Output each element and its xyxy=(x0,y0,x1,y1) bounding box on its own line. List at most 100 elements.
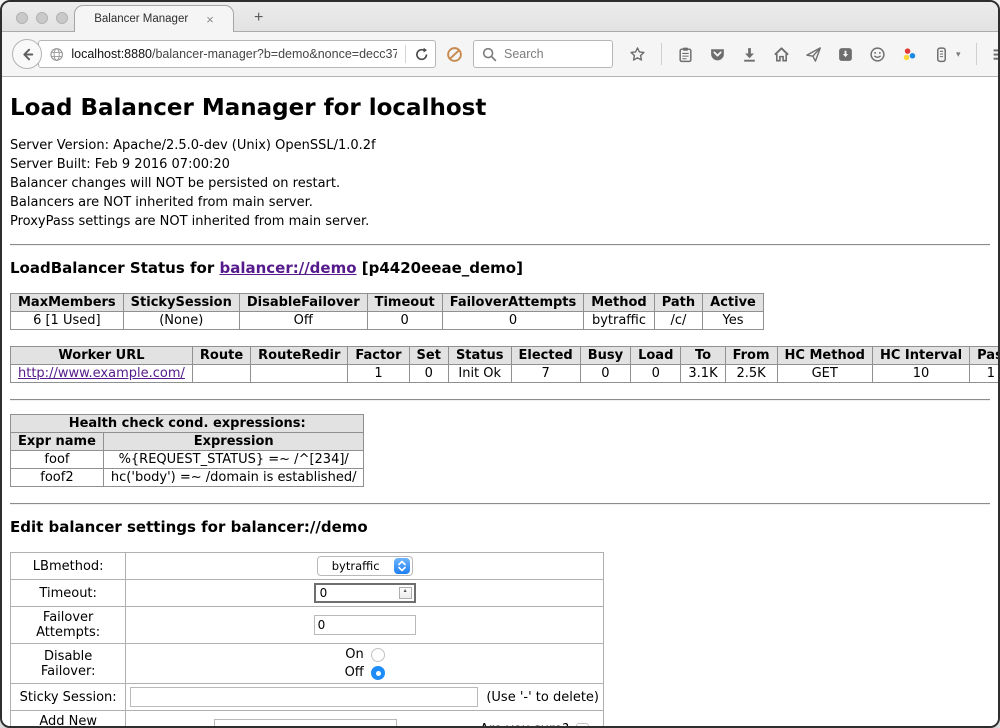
tab-bar: Balancer Manager × + xyxy=(2,2,998,32)
timeout-label: Timeout: xyxy=(11,580,126,607)
select-stepper-icon xyxy=(394,558,410,574)
cell-expr-name: foof xyxy=(11,451,104,469)
timeout-row: Timeout: 0 ▴ xyxy=(11,580,604,607)
search-bar[interactable] xyxy=(473,40,613,68)
cell-maxmembers: 6 [1 Used] xyxy=(11,312,124,330)
content-blocked-button[interactable] xyxy=(446,46,463,63)
cell-active: Yes xyxy=(703,312,764,330)
cell-passes: 1 (0) xyxy=(970,365,998,383)
caret-down-icon[interactable]: ▾ xyxy=(956,49,961,60)
radio-off[interactable] xyxy=(371,666,385,680)
col-stickysession: StickySession xyxy=(123,294,239,312)
tab-title: Balancer Manager xyxy=(94,13,188,25)
col-passes: Passes xyxy=(970,347,998,365)
add-worker-row: Add New Worker: Are you sure? xyxy=(11,711,604,728)
lbmethod-selected-value: bytraffic xyxy=(332,559,380,573)
radio-off-label: Off xyxy=(345,665,364,680)
disable-failover-radios: On Off xyxy=(345,647,385,680)
cell-factor: 1 xyxy=(348,365,409,383)
cell-elected: 7 xyxy=(511,365,580,383)
col-route: Route xyxy=(192,347,250,365)
url-bar[interactable]: localhost:8880/balancer-manager?b=demo&n… xyxy=(38,40,436,68)
page-content: Load Balancer Manager for localhost Serv… xyxy=(2,77,998,728)
failover-attempts-input[interactable] xyxy=(314,615,416,635)
reload-icon[interactable] xyxy=(414,46,429,63)
url-host: localhost:8880 xyxy=(71,47,152,61)
col-set: Set xyxy=(409,347,448,365)
col-expression: Expression xyxy=(103,433,364,451)
col-hc-interval: HC Interval xyxy=(872,347,969,365)
window-controls xyxy=(16,12,68,24)
send-icon[interactable] xyxy=(805,46,822,63)
tab-balancer-manager[interactable]: Balancer Manager × xyxy=(74,5,234,32)
color-dots-icon[interactable] xyxy=(901,46,918,63)
cell-route xyxy=(192,365,250,383)
star-icon[interactable] xyxy=(629,46,646,63)
back-button[interactable] xyxy=(12,39,42,69)
toolbar-divider xyxy=(976,43,977,65)
window-zoom-button[interactable] xyxy=(56,12,68,24)
url-text[interactable]: localhost:8880/balancer-manager?b=demo&n… xyxy=(71,47,396,61)
col-status: Status xyxy=(448,347,511,365)
col-active: Active xyxy=(703,294,764,312)
clipboard-icon[interactable] xyxy=(677,46,694,63)
proxypass-note-line: ProxyPass settings are NOT inherited fro… xyxy=(10,212,990,231)
health-title-row: Health check cond. expressions: xyxy=(11,415,364,433)
tab-close-icon[interactable]: × xyxy=(206,12,214,27)
lbmethod-select[interactable]: bytraffic xyxy=(317,556,413,576)
col-busy: Busy xyxy=(580,347,630,365)
health-row: foof %{REQUEST_STATUS} =~ /^[234]/ xyxy=(11,451,364,469)
disable-failover-row: Disable Failover: On Off xyxy=(11,644,604,684)
confirm-label: Are you sure? xyxy=(480,722,569,728)
col-routeredir: RouteRedir xyxy=(251,347,348,365)
search-input[interactable] xyxy=(504,47,604,61)
col-timeout: Timeout xyxy=(367,294,442,312)
failover-attempts-row: Failover Attempts: xyxy=(11,607,604,644)
confirm-checkbox[interactable] xyxy=(576,723,589,728)
pocket-icon[interactable] xyxy=(709,46,726,63)
cell-set: 0 xyxy=(409,365,448,383)
window-minimize-button[interactable] xyxy=(36,12,48,24)
toolbar-divider xyxy=(661,43,662,65)
balancer-demo-link[interactable]: balancer://demo xyxy=(219,259,356,277)
col-maxmembers: MaxMembers xyxy=(11,294,124,312)
battery-icon[interactable] xyxy=(933,46,950,63)
cell-failoverattempts: 0 xyxy=(442,312,584,330)
toolbar-buttons: ▾ xyxy=(629,43,1000,65)
menu-icon[interactable] xyxy=(992,46,1000,63)
sticky-session-input[interactable] xyxy=(130,687,478,707)
server-info: Server Version: Apache/2.5.0-dev (Unix) … xyxy=(10,136,990,231)
url-divider xyxy=(405,45,406,63)
server-built-line: Server Built: Feb 9 2016 07:00:20 xyxy=(10,155,990,174)
edit-settings-heading: Edit balancer settings for balancer://de… xyxy=(10,518,990,536)
cell-path: /c/ xyxy=(654,312,702,330)
smiley-icon[interactable] xyxy=(869,46,886,63)
col-failoverattempts: FailoverAttempts xyxy=(442,294,584,312)
globe-icon xyxy=(49,46,64,63)
page-title: Load Balancer Manager for localhost xyxy=(10,95,990,121)
cell-worker-url: http://www.example.com/ xyxy=(11,365,193,383)
back-icon xyxy=(19,46,36,63)
save-box-icon[interactable] xyxy=(837,46,854,63)
worker-row: http://www.example.com/ 1 0 Init Ok 7 0 … xyxy=(11,365,999,383)
cell-expression: %{REQUEST_STATUS} =~ /^[234]/ xyxy=(103,451,364,469)
download-icon[interactable] xyxy=(741,46,758,63)
edit-settings-form: LBmethod: bytraffic Timeout: 0 ▴ xyxy=(10,552,604,728)
persist-note-line: Balancer changes will NOT be persisted o… xyxy=(10,174,990,193)
health-check-table: Health check cond. expressions: Expr nam… xyxy=(10,414,364,487)
home-icon[interactable] xyxy=(773,46,790,63)
cell-status: Init Ok xyxy=(448,365,511,383)
browser-window: Balancer Manager × + localhost:8880/bala… xyxy=(0,0,1000,728)
number-spinner-icon[interactable]: ▴ xyxy=(399,587,412,599)
cell-load: 0 xyxy=(631,365,681,383)
table-header-row: Expr name Expression xyxy=(11,433,364,451)
col-to: To xyxy=(681,347,725,365)
new-tab-button[interactable]: + xyxy=(248,9,269,31)
divider xyxy=(10,399,990,401)
cell-hc-interval: 10 xyxy=(872,365,969,383)
radio-on[interactable] xyxy=(371,648,385,662)
timeout-input[interactable]: 0 ▴ xyxy=(314,583,416,603)
worker-url-link[interactable]: http://www.example.com/ xyxy=(18,366,185,381)
window-close-button[interactable] xyxy=(16,12,28,24)
add-worker-input[interactable] xyxy=(214,719,397,728)
